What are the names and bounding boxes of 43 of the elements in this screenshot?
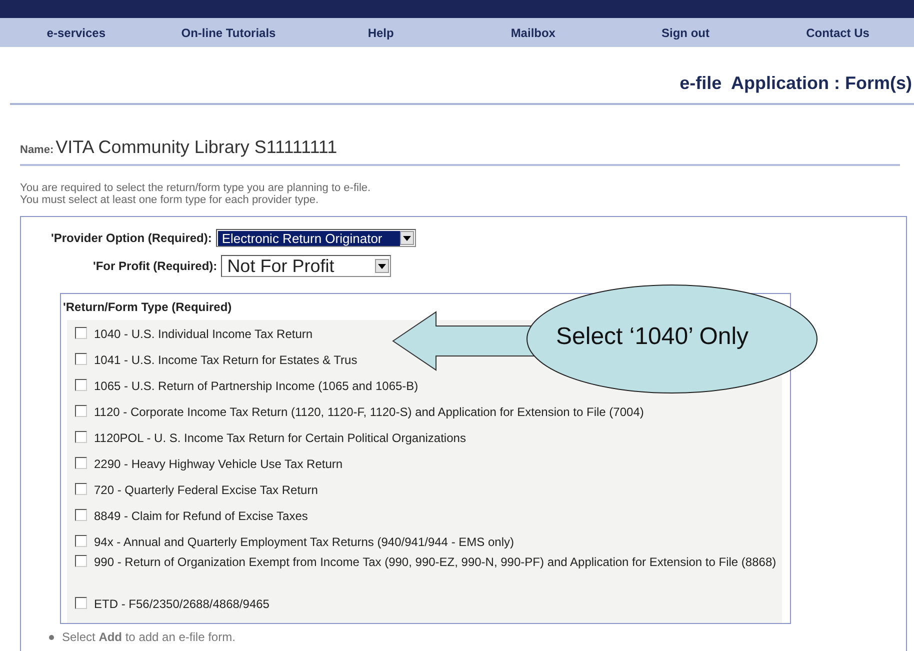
note-text: Select Add to add an e-file form.	[62, 630, 236, 644]
caret-icon	[400, 231, 414, 245]
checkbox[interactable]	[75, 379, 87, 391]
instruction-text: You are required to select the return/form type you are planning to e-file.	[20, 182, 372, 194]
nav-link[interactable]: Contact Us	[806, 26, 870, 40]
page-title: e-file Application : Form(s)	[680, 73, 912, 95]
checkbox[interactable]	[75, 509, 87, 521]
form-type-label: 1065 - U.S. Return of Partnership Income (1065 and 1065-B)	[94, 378, 418, 394]
caret-icon	[375, 259, 390, 273]
dropdown[interactable]: Not For Profit	[221, 255, 392, 277]
checkbox[interactable]	[75, 457, 87, 469]
checkbox[interactable]	[75, 431, 87, 443]
checkbox[interactable]	[75, 405, 87, 417]
callout-text: Select ‘1040’ Only	[556, 323, 749, 351]
form-type-label: ETD - F56/2350/2688/4868/9465	[94, 596, 270, 612]
nav-link[interactable]: On-line Tutorials	[181, 26, 276, 40]
instruction-text: You must select at least one form type for each provider type.	[20, 194, 320, 206]
form-type-label: 720 - Quarterly Federal Excise Tax Return	[94, 482, 318, 498]
form-type-label: 1120 - Corporate Income Tax Return (1120, 1120-F, 1120-S) and Application for Extension to File (7004)	[94, 404, 644, 420]
form-type-label: 990 - Return of Organization Exempt from Income Tax (990, 990-EZ, 990-N, 990-PF) and Application for Extension to File (8868)	[94, 554, 776, 570]
form-type-label: 8849 - Claim for Refund of Excise Taxes	[94, 508, 308, 524]
checkbox[interactable]	[75, 353, 87, 365]
checkbox[interactable]	[75, 597, 87, 609]
nav-link[interactable]: Mailbox	[510, 26, 556, 40]
name-label: Name:	[20, 144, 54, 156]
name-value: VITA Community Library S11111111	[56, 137, 338, 158]
form-type-label: 94x - Annual and Quarterly Employment Tax Returns (940/941/944 - EMS only)	[94, 534, 514, 550]
form-type-label: 2290 - Heavy Highway Vehicle Use Tax Return	[94, 456, 343, 472]
nav-link[interactable]: Help	[368, 26, 394, 40]
checkbox[interactable]	[75, 327, 87, 339]
section-title: 'Return/Form Type (Required)	[63, 300, 233, 314]
form-type-label: 1120POL - U. S. Income Tax Return for Certain Political Organizations	[94, 430, 466, 446]
checkbox[interactable]	[75, 535, 87, 547]
field-label: 'Provider Option (Required):	[51, 231, 212, 245]
checkbox[interactable]	[75, 555, 87, 567]
nav-link[interactable]: Sign out	[661, 26, 710, 40]
checkbox[interactable]	[75, 483, 87, 495]
form-type-label: 1041 - U.S. Income Tax Return for Estates & Trus	[94, 352, 358, 368]
bullet-icon	[49, 634, 54, 640]
field-label: 'For Profit (Required):	[93, 259, 218, 273]
dropdown[interactable]: Electronic Return Originator	[216, 229, 416, 247]
nav-link[interactable]: e-services	[46, 26, 106, 40]
form-type-label: 1040 - U.S. Individual Income Tax Return	[94, 326, 313, 342]
